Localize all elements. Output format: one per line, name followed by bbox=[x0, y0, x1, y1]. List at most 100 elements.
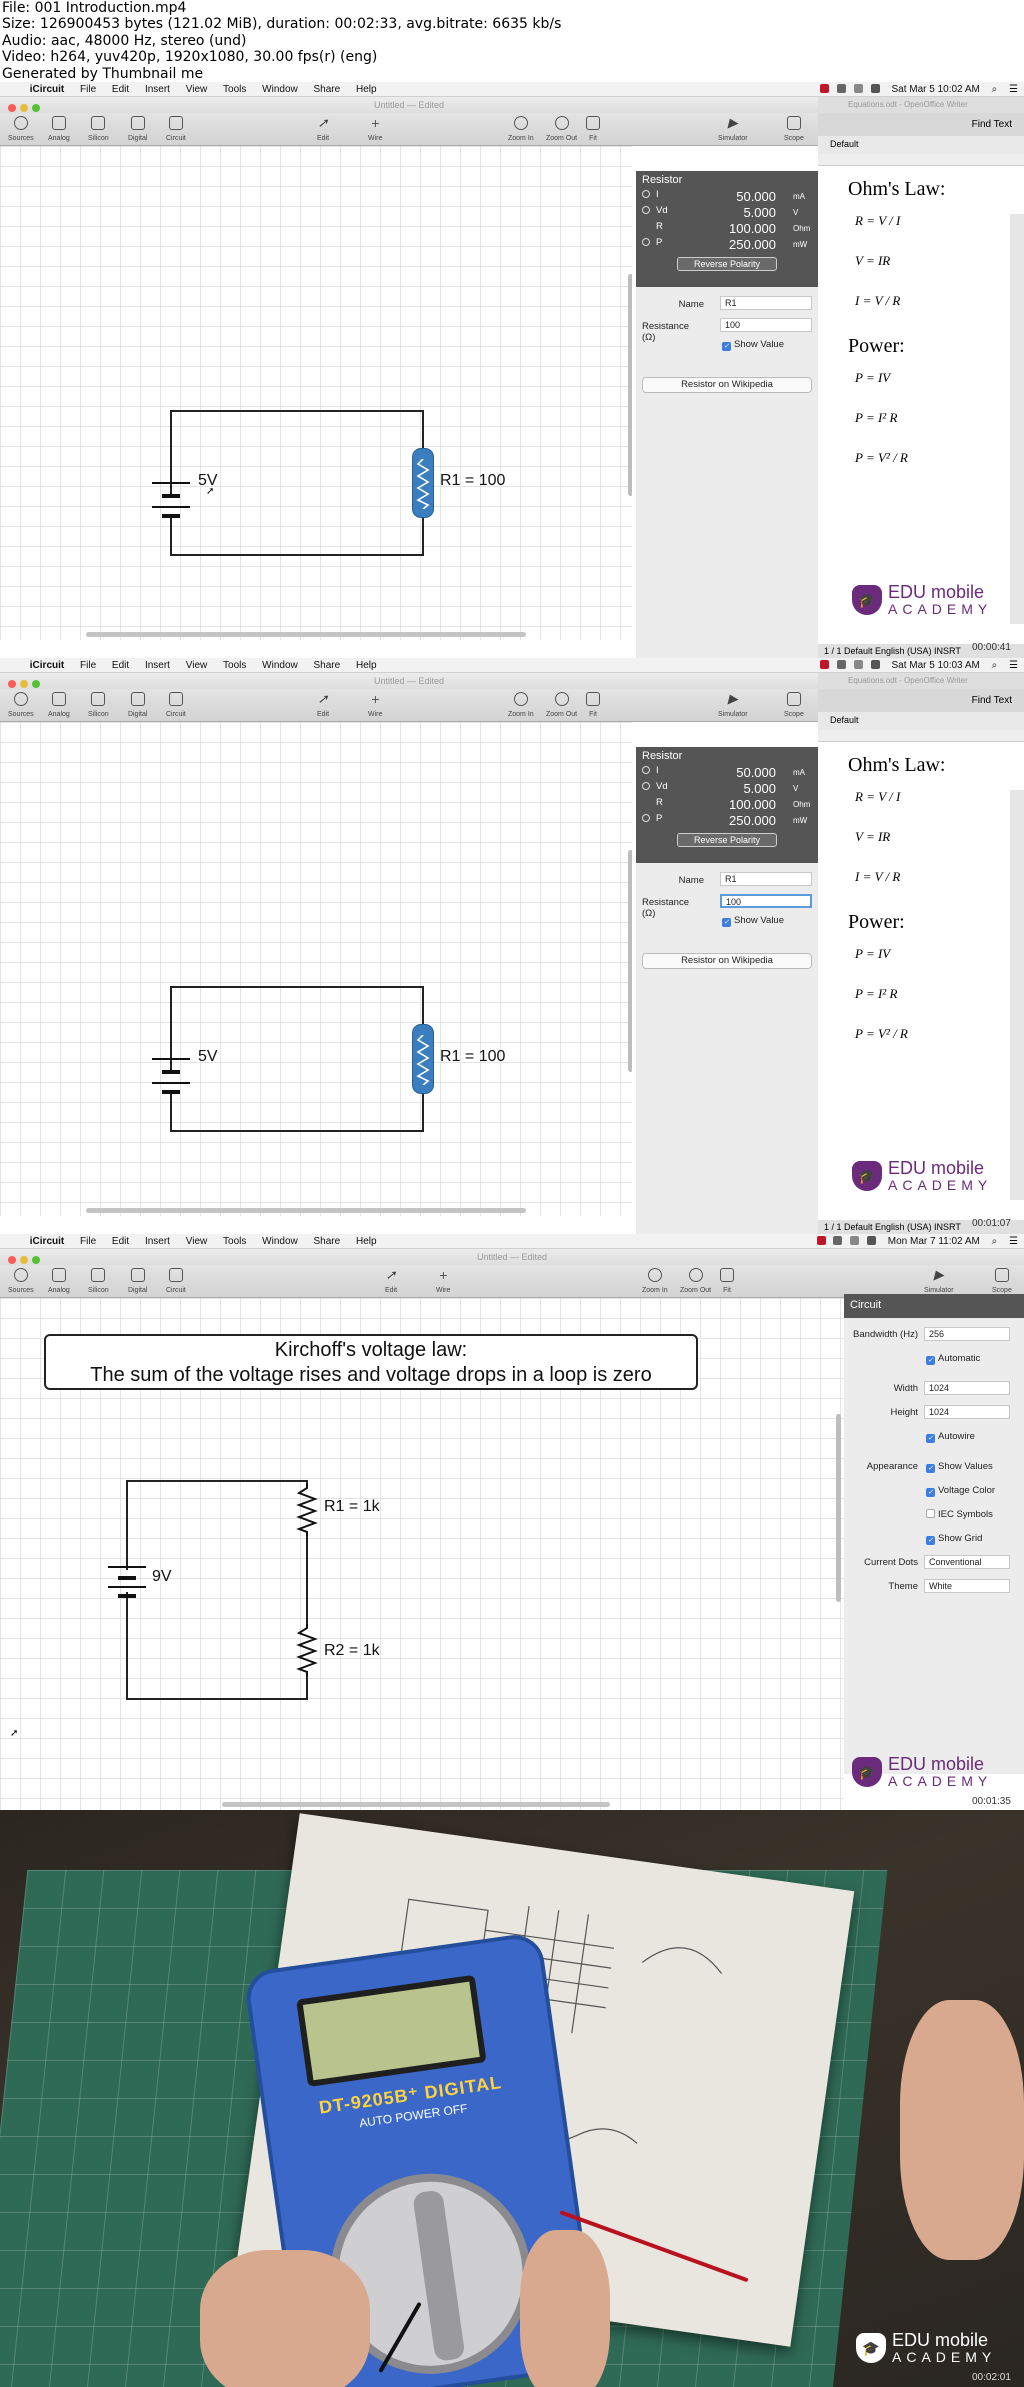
menu-view[interactable]: View bbox=[186, 1234, 208, 1249]
scope-button[interactable]: Scope bbox=[784, 116, 804, 142]
status-icon[interactable] bbox=[820, 84, 830, 93]
vertical-scrollbar[interactable] bbox=[628, 850, 632, 1072]
search-icon[interactable]: ⌕ bbox=[992, 1234, 998, 1249]
zoom-in-button[interactable]: Zoom In bbox=[642, 1268, 668, 1294]
reverse-polarity-button[interactable]: Reverse Polarity bbox=[677, 833, 777, 847]
measure-row-voltage[interactable]: Vd 5.000 V bbox=[642, 205, 812, 221]
menu-view[interactable]: View bbox=[186, 82, 208, 97]
kirchhoff-text-label[interactable]: Kirchoff's voltage law: The sum of the v… bbox=[44, 1334, 698, 1390]
wire-tool-button[interactable]: + Wire bbox=[436, 1268, 450, 1294]
menu-share[interactable]: Share bbox=[314, 82, 341, 97]
clock[interactable]: Sat Mar 5 10:03 AM bbox=[891, 658, 979, 673]
name-field[interactable]: R1 bbox=[720, 872, 812, 886]
theme-select[interactable]: White bbox=[924, 1579, 1010, 1593]
wire[interactable] bbox=[306, 1534, 308, 1626]
menu-file[interactable]: File bbox=[80, 1234, 96, 1249]
autowire-checkbox[interactable]: ✓ Autowire bbox=[926, 1431, 975, 1443]
resistor-r1[interactable] bbox=[412, 448, 434, 518]
menu-app-name[interactable]: iCircuit bbox=[30, 82, 64, 97]
menu-view[interactable]: View bbox=[186, 658, 208, 673]
menu-window[interactable]: Window bbox=[262, 658, 298, 673]
paragraph-style-select[interactable]: Default bbox=[818, 712, 1024, 730]
wire[interactable] bbox=[126, 1480, 308, 1482]
silicon-button[interactable]: Silicon bbox=[88, 116, 109, 142]
analog-button[interactable]: Analog bbox=[48, 692, 70, 718]
battery-icon[interactable] bbox=[866, 1236, 876, 1245]
writer-sidebar[interactable] bbox=[1010, 214, 1024, 624]
wire[interactable] bbox=[126, 1480, 128, 1570]
digital-button[interactable]: Digital bbox=[128, 116, 147, 142]
zoom-in-button[interactable]: Zoom In bbox=[508, 692, 534, 718]
simulator-button[interactable]: ▶ Simulator bbox=[718, 692, 748, 719]
vertical-scrollbar[interactable] bbox=[836, 1414, 841, 1602]
fit-button[interactable]: Fit bbox=[586, 692, 600, 718]
bandwidth-field[interactable]: 256 bbox=[924, 1327, 1010, 1341]
menu-window[interactable]: Window bbox=[262, 1234, 298, 1249]
horizontal-scrollbar[interactable] bbox=[222, 1802, 610, 1807]
zoom-out-button[interactable]: Zoom Out bbox=[546, 116, 577, 142]
dropbox-icon[interactable] bbox=[837, 84, 847, 93]
wire[interactable] bbox=[170, 410, 424, 412]
menu-app-name[interactable]: iCircuit bbox=[30, 1234, 64, 1249]
menu-file[interactable]: File bbox=[80, 82, 96, 97]
menu-edit[interactable]: Edit bbox=[112, 1234, 129, 1249]
close-icon[interactable] bbox=[8, 104, 16, 112]
simulator-button[interactable]: ▶ Simulator bbox=[718, 116, 748, 143]
wire[interactable] bbox=[306, 1676, 308, 1700]
digital-button[interactable]: Digital bbox=[128, 692, 147, 718]
resistor-r2[interactable] bbox=[294, 1624, 320, 1676]
status-icon[interactable] bbox=[816, 1236, 826, 1245]
wire-tool-button[interactable]: + Wire bbox=[368, 692, 382, 718]
search-icon[interactable]: ⌕ bbox=[992, 658, 998, 673]
show-grid-checkbox[interactable]: ✓ Show Grid bbox=[926, 1533, 982, 1545]
digital-button[interactable]: Digital bbox=[128, 1268, 147, 1294]
edit-tool-button[interactable]: ➚ Edit bbox=[384, 1268, 398, 1295]
resistor-r1[interactable] bbox=[294, 1484, 320, 1536]
show-value-checkbox[interactable]: ✓ Show Value bbox=[722, 339, 784, 351]
menu-list-icon[interactable]: ☰ bbox=[1009, 658, 1018, 673]
search-icon[interactable]: ⌕ bbox=[992, 82, 998, 97]
close-icon[interactable] bbox=[8, 680, 16, 688]
zoom-out-button[interactable]: Zoom Out bbox=[680, 1268, 711, 1294]
silicon-button[interactable]: Silicon bbox=[88, 1268, 109, 1294]
wikipedia-button[interactable]: Resistor on Wikipedia bbox=[642, 953, 812, 969]
menu-file[interactable]: File bbox=[80, 658, 96, 673]
fit-button[interactable]: Fit bbox=[586, 116, 600, 142]
circuit-canvas[interactable]: 5V R1 = 100 ➚ bbox=[0, 146, 632, 640]
scope-button[interactable]: Scope bbox=[992, 1268, 1012, 1294]
document-page[interactable]: Ohm's Law: R = V / I V = IR I = V / R Po… bbox=[818, 742, 1024, 1050]
menu-help[interactable]: Help bbox=[356, 1234, 377, 1249]
resistance-field[interactable]: 100 bbox=[720, 318, 812, 332]
menu-edit[interactable]: Edit bbox=[112, 82, 129, 97]
menu-edit[interactable]: Edit bbox=[112, 658, 129, 673]
menu-insert[interactable]: Insert bbox=[145, 658, 170, 673]
resistance-field[interactable]: 100 bbox=[720, 894, 812, 908]
simulator-button[interactable]: ▶ Simulator bbox=[924, 1268, 954, 1295]
dropbox-icon[interactable] bbox=[833, 1236, 843, 1245]
voltage-color-checkbox[interactable]: ✓ Voltage Color bbox=[926, 1485, 995, 1497]
minimize-icon[interactable] bbox=[20, 1256, 28, 1264]
menu-tools[interactable]: Tools bbox=[223, 82, 246, 97]
menu-share[interactable]: Share bbox=[314, 1234, 341, 1249]
sources-button[interactable]: Sources bbox=[8, 116, 34, 142]
menu-insert[interactable]: Insert bbox=[145, 82, 170, 97]
clock[interactable]: Sat Mar 5 10:02 AM bbox=[891, 82, 979, 97]
sources-button[interactable]: Sources bbox=[8, 692, 34, 718]
name-field[interactable]: R1 bbox=[720, 296, 812, 310]
width-field[interactable]: 1024 bbox=[924, 1381, 1010, 1395]
reverse-polarity-button[interactable]: Reverse Polarity bbox=[677, 257, 777, 271]
analog-button[interactable]: Analog bbox=[48, 1268, 70, 1294]
iec-symbols-checkbox[interactable]: IEC Symbols bbox=[926, 1509, 993, 1520]
circuit-canvas[interactable]: 5V R1 = 100 bbox=[0, 722, 632, 1216]
vertical-scrollbar[interactable] bbox=[628, 274, 632, 496]
wire[interactable] bbox=[422, 516, 424, 556]
minimize-icon[interactable] bbox=[20, 680, 28, 688]
writer-sidebar[interactable] bbox=[1010, 790, 1024, 1200]
wire[interactable] bbox=[126, 1592, 128, 1700]
height-field[interactable]: 1024 bbox=[924, 1405, 1010, 1419]
document-page[interactable]: Ohm's Law: R = V / I V = IR I = V / R Po… bbox=[818, 166, 1024, 474]
wire[interactable] bbox=[126, 1698, 308, 1700]
wire-tool-button[interactable]: + Wire bbox=[368, 116, 382, 142]
wire[interactable] bbox=[170, 986, 424, 988]
circuit-canvas[interactable]: Kirchoff's voltage law: The sum of the v… bbox=[0, 1298, 844, 1810]
